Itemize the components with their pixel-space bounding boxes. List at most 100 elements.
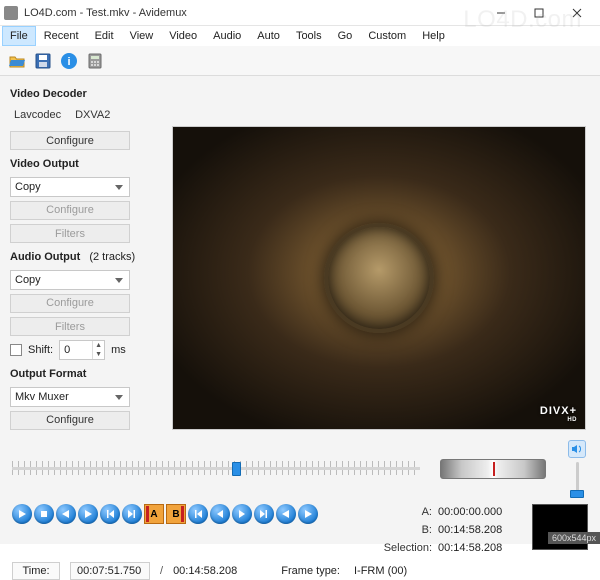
footer-dimensions: 600x544px: [548, 532, 600, 544]
seek-rail: [12, 467, 420, 470]
prev-frame-button[interactable]: [56, 504, 76, 524]
calculator-button[interactable]: [84, 50, 106, 72]
seek-thumb[interactable]: [232, 462, 241, 476]
audio-output-select[interactable]: Copy: [10, 270, 130, 289]
set-marker-b-button[interactable]: B: [166, 504, 186, 524]
volume-icon[interactable]: [568, 440, 586, 458]
set-marker-a-button[interactable]: A: [144, 504, 164, 524]
audio-output-title-text: Audio Output: [10, 251, 80, 263]
time-value-input[interactable]: 00:07:51.750: [70, 562, 150, 580]
info-icon: i: [60, 52, 78, 70]
next-frame-button[interactable]: [78, 504, 98, 524]
controls-row: A B A:00:00:00.000 B:00:14:58.208 Select…: [12, 504, 588, 556]
toolbar: i: [0, 46, 600, 76]
video-output-filters-button[interactable]: Filters: [10, 224, 130, 243]
frame-type-label: Frame type:: [281, 565, 340, 577]
app-icon: [4, 6, 18, 20]
goto-marker-a-button[interactable]: [210, 504, 230, 524]
divx-brand: DIVX: [540, 405, 570, 417]
marker-a-value: 00:00:00.000: [438, 504, 520, 520]
volume-control: [566, 440, 588, 498]
video-output-select[interactable]: Copy: [10, 177, 130, 196]
prev-black-frame-button[interactable]: [276, 504, 296, 524]
menu-view[interactable]: View: [122, 26, 162, 46]
menu-video[interactable]: Video: [161, 26, 205, 46]
window-title: LO4D.com - Test.mkv - Avidemux: [24, 7, 482, 19]
output-format-configure-button[interactable]: Configure: [10, 411, 130, 430]
time-value: 00:07:51.750: [77, 565, 141, 577]
video-frame: [173, 127, 585, 429]
video-preview[interactable]: DIVX+ HD: [172, 126, 586, 430]
stop-button[interactable]: [34, 504, 54, 524]
goto-start-button[interactable]: [188, 504, 208, 524]
video-decoder-configure-button[interactable]: Configure: [10, 131, 130, 150]
video-output-value: Copy: [15, 181, 41, 193]
time-label: Time:: [12, 562, 60, 580]
next-black-frame-button[interactable]: [298, 504, 318, 524]
decoder-key: Lavcodec: [14, 109, 61, 121]
duration-value: 00:14:58.208: [173, 565, 237, 577]
audio-output-value: Copy: [15, 274, 41, 286]
prev-keyframe-button[interactable]: [100, 504, 120, 524]
time-sep: /: [160, 565, 163, 577]
calculator-icon: [86, 52, 104, 70]
right-panel: LO4D.com DIVX+ HD: [170, 76, 600, 434]
open-icon: [8, 52, 26, 70]
lower-controls: A B A:00:00:00.000 B:00:14:58.208 Select…: [0, 434, 600, 544]
status-row: Time: 00:07:51.750 / 00:14:58.208 Frame …: [12, 562, 588, 580]
seek-row: [12, 440, 588, 498]
open-button[interactable]: [6, 50, 28, 72]
divx-sub: HD: [540, 417, 577, 423]
divx-plus: +: [570, 405, 577, 417]
menu-tools[interactable]: Tools: [288, 26, 330, 46]
save-button[interactable]: [32, 50, 54, 72]
shift-up-icon[interactable]: ▲: [93, 341, 104, 350]
output-format-title: Output Format: [10, 368, 160, 380]
goto-end-button[interactable]: [254, 504, 274, 524]
shift-unit: ms: [111, 344, 126, 356]
jog-wheel[interactable]: [440, 459, 546, 479]
playback-buttons: A B: [12, 504, 318, 524]
next-keyframe-button[interactable]: [122, 504, 142, 524]
play-button[interactable]: [12, 504, 32, 524]
shift-checkbox[interactable]: [10, 344, 22, 356]
menu-edit[interactable]: Edit: [87, 26, 122, 46]
audio-output-title: Audio Output (2 tracks): [10, 251, 160, 263]
volume-thumb[interactable]: [570, 490, 584, 498]
menu-help[interactable]: Help: [414, 26, 453, 46]
output-format-value: Mkv Muxer: [15, 391, 69, 403]
info-button[interactable]: i: [58, 50, 80, 72]
audio-output-configure-button[interactable]: Configure: [10, 294, 130, 313]
output-format-select[interactable]: Mkv Muxer: [10, 387, 130, 406]
shift-label: Shift:: [28, 344, 53, 356]
audio-shift-row: Shift: 0 ▲▼ ms: [10, 340, 160, 360]
audio-output-filters-button[interactable]: Filters: [10, 317, 130, 336]
minimize-button[interactable]: [482, 0, 520, 26]
left-panel: Video Decoder Lavcodec DXVA2 Configure V…: [0, 76, 170, 434]
goto-marker-b-button[interactable]: [232, 504, 252, 524]
menu-bar: File Recent Edit View Video Audio Auto T…: [0, 26, 600, 46]
video-output-configure-button[interactable]: Configure: [10, 201, 130, 220]
menu-file[interactable]: File: [2, 26, 36, 46]
menu-audio[interactable]: Audio: [205, 26, 249, 46]
menu-auto[interactable]: Auto: [249, 26, 288, 46]
shift-value: 0: [64, 344, 70, 356]
menu-custom[interactable]: Custom: [360, 26, 414, 46]
video-subject: [324, 223, 434, 333]
audio-tracks-note: (2 tracks): [89, 251, 135, 263]
shift-down-icon[interactable]: ▼: [93, 350, 104, 359]
marker-a-label: A:: [378, 506, 432, 518]
frame-type-value: I-FRM (00): [354, 565, 407, 577]
marker-b-label: B:: [378, 524, 432, 536]
selection-value: 00:14:58.208: [438, 540, 520, 556]
menu-go[interactable]: Go: [330, 26, 361, 46]
maximize-button[interactable]: [520, 0, 558, 26]
video-decoder-title: Video Decoder: [10, 88, 160, 100]
seek-slider[interactable]: [12, 459, 420, 479]
shift-value-input[interactable]: 0 ▲▼: [59, 340, 105, 360]
menu-recent[interactable]: Recent: [36, 26, 87, 46]
decoder-value: DXVA2: [75, 109, 110, 121]
close-button[interactable]: [558, 0, 596, 26]
divx-logo: DIVX+ HD: [540, 401, 577, 423]
selection-panel: A:00:00:00.000 B:00:14:58.208 Selection:…: [378, 504, 520, 556]
